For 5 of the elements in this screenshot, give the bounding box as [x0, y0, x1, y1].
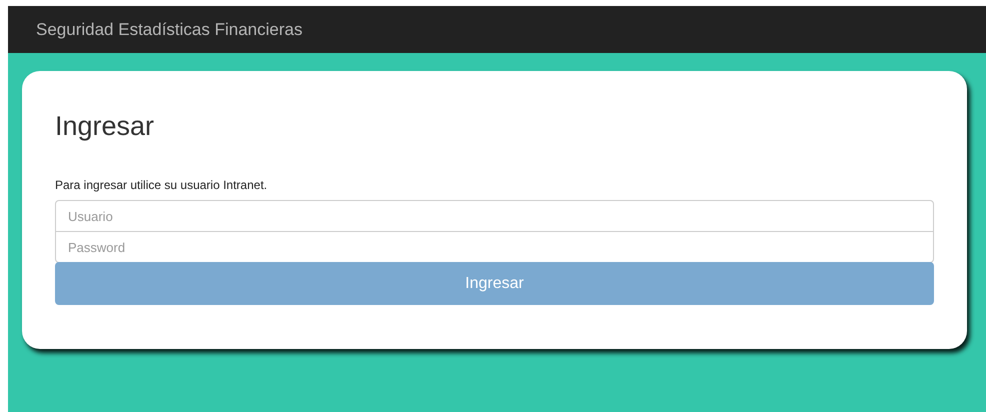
navbar-title[interactable]: Seguridad Estadísticas Financieras	[36, 20, 302, 40]
login-instructions: Para ingresar utilice su usuario Intranet.	[55, 178, 268, 192]
username-field[interactable]: Usuario	[55, 200, 934, 232]
password-field[interactable]: Password	[55, 231, 934, 263]
login-heading: Ingresar	[55, 110, 156, 143]
